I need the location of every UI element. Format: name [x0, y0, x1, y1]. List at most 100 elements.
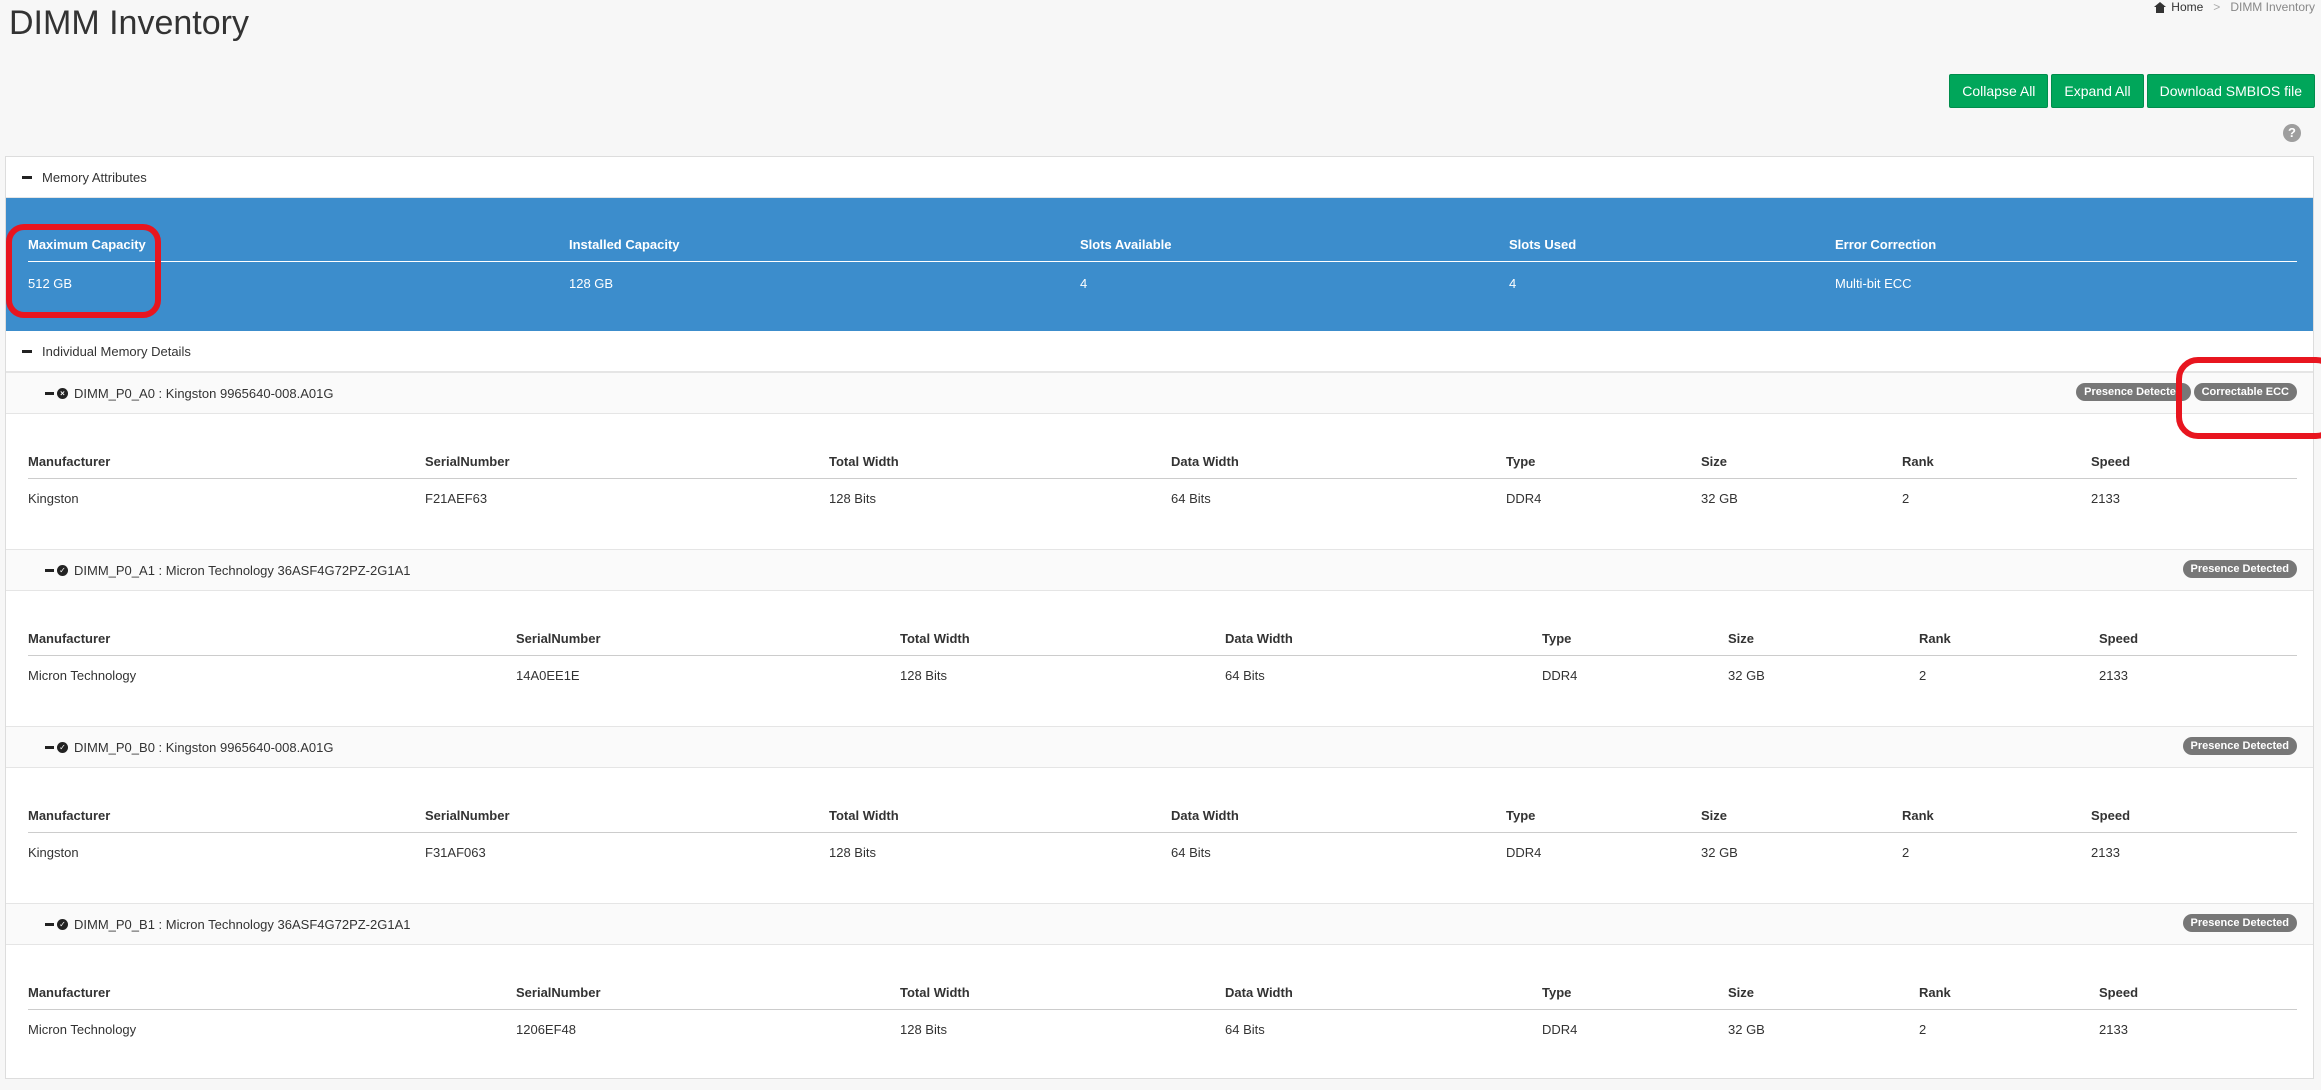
dimm-cell: Kingston — [28, 491, 79, 506]
dimm-cell: F21AEF63 — [425, 491, 488, 506]
breadcrumb: Home > DIMM Inventory — [2154, 0, 2315, 14]
toolbar: Collapse All Expand All Download SMBIOS … — [1949, 74, 2315, 108]
dimm-column-header: Data Width — [1225, 631, 1293, 646]
dimm-title: DIMM_P0_A1 : Micron Technology 36ASF4G72… — [74, 562, 411, 578]
dimm-column-header: Type — [1506, 454, 1536, 469]
dimm-badges: Presence Detected — [2182, 737, 2297, 755]
expand-all-button[interactable]: Expand All — [2051, 74, 2144, 108]
status-badge: Presence Detected — [2182, 560, 2297, 578]
collapse-icon[interactable] — [45, 922, 54, 926]
dimm-cell: DDR4 — [1506, 845, 1542, 860]
dimm-cell: DDR4 — [1542, 668, 1578, 683]
individual-memory-title: Individual Memory Details — [42, 343, 191, 359]
download-smbios-button[interactable]: Download SMBIOS file — [2146, 74, 2315, 108]
dimm-column-header: Speed — [2091, 454, 2131, 469]
dimm-cell: 32 GB — [1728, 1022, 1765, 1037]
dimm-header[interactable]: ✓ DIMM_P0_B1 : Micron Technology 36ASF4G7… — [6, 903, 2313, 945]
dimm-column-header: Data Width — [1171, 808, 1239, 823]
dimm-badges: Presence Detected — [2182, 914, 2297, 932]
memory-attribute-header: Slots Available — [1080, 237, 1172, 252]
dimm-cell: 2 — [1902, 491, 1910, 506]
dimm-cell: Kingston — [28, 845, 79, 860]
dimm-table-header: Manufacturer SerialNumber Total Width Data … — [28, 454, 2297, 479]
memory-attribute-header: Slots Used — [1509, 237, 1577, 252]
dimm-column-header: Type — [1542, 985, 1572, 1000]
breadcrumb-separator: > — [2213, 0, 2221, 14]
dimm-header[interactable]: × DIMM_P0_A0 : Kingston 9965640-008.A01G P… — [6, 372, 2313, 414]
collapse-icon[interactable] — [22, 349, 32, 353]
individual-memory-header[interactable]: Individual Memory Details — [6, 331, 2313, 372]
dimm-details: Manufacturer SerialNumber Total Width Data … — [6, 768, 2313, 903]
dimm-cell: 2 — [1902, 845, 1910, 860]
dimm-details: Manufacturer SerialNumber Total Width Data … — [6, 591, 2313, 726]
dimm-column-header: Manufacturer — [28, 985, 111, 1000]
collapse-icon[interactable] — [45, 568, 54, 572]
check-status-icon: ✓ — [57, 741, 68, 753]
dimm-column-header: Manufacturer — [28, 808, 111, 823]
dimm-column-header: Size — [1701, 454, 1728, 469]
dimm-details: Manufacturer SerialNumber Total Width Data … — [6, 945, 2313, 1080]
memory-attribute-value: 4 — [1080, 276, 1088, 291]
error-status-icon: × — [57, 387, 68, 399]
table-row: Micron Technology 14A0EE1E 128 Bits 64 Bits… — [28, 656, 2297, 683]
collapse-icon[interactable] — [45, 745, 54, 749]
dimm-cell: 64 Bits — [1225, 668, 1265, 683]
dimm-column-header: Data Width — [1171, 454, 1239, 469]
dimm-column-header: Manufacturer — [28, 631, 111, 646]
dimm-cell: DDR4 — [1506, 491, 1542, 506]
table-row: Micron Technology 1206EF48 128 Bits 64 Bits… — [28, 1010, 2297, 1037]
dimm-header[interactable]: ✓ DIMM_P0_A1 : Micron Technology 36ASF4G7… — [6, 549, 2313, 591]
dimm-cell: Micron Technology — [28, 1022, 137, 1037]
dimm-cell: 128 Bits — [900, 668, 947, 683]
dimm-header[interactable]: ✓ DIMM_P0_B0 : Kingston 9965640-008.A01G P… — [6, 726, 2313, 768]
dimm-table: Manufacturer SerialNumber Total Width Data … — [28, 985, 2297, 1037]
dimm-cell: 2133 — [2091, 845, 2120, 860]
memory-attribute-header: Installed Capacity — [569, 237, 680, 252]
status-badge: Correctable ECC — [2193, 383, 2297, 401]
dimm-column-header: Total Width — [829, 808, 899, 823]
memory-attribute-value: Multi-bit ECC — [1835, 276, 1912, 291]
dimm-cell: 32 GB — [1701, 491, 1738, 506]
collapse-icon[interactable] — [22, 175, 32, 179]
collapse-icon[interactable] — [45, 391, 54, 395]
table-row: Kingston F21AEF63 128 Bits 64 Bits DDR4 32 GB… — [28, 479, 2297, 506]
dimm-title: DIMM_P0_B0 : Kingston 9965640-008.A01G — [74, 739, 334, 755]
dimm-table: Manufacturer SerialNumber Total Width Data … — [28, 808, 2297, 860]
dimm-table-header: Manufacturer SerialNumber Total Width Data … — [28, 808, 2297, 833]
collapse-all-button[interactable]: Collapse All — [1949, 74, 2049, 108]
breadcrumb-home[interactable]: Home — [2154, 0, 2203, 14]
page-title: DIMM Inventory — [9, 4, 249, 42]
dimm-cell: 2133 — [2099, 1022, 2128, 1037]
memory-attributes-values: 512 GB 128 GB 4 4 Multi-bit ECC — [28, 276, 2297, 291]
dimm-badges: Presence Detected — [2182, 560, 2297, 578]
dimm-cell: 1206EF48 — [516, 1022, 576, 1037]
memory-attribute-value: 128 GB — [569, 276, 614, 291]
dimm-column-header: Rank — [1919, 631, 1951, 646]
dimm-title: DIMM_P0_B1 : Micron Technology 36ASF4G72… — [74, 916, 411, 932]
dimm-column-header: Manufacturer — [28, 454, 111, 469]
check-status-icon: ✓ — [57, 918, 68, 930]
dimm-badges: Presence Detected Correctable ECC — [2076, 383, 2297, 401]
dimm-list: × DIMM_P0_A0 : Kingston 9965640-008.A01G P… — [6, 372, 2313, 1080]
dimm-cell: 2133 — [2099, 668, 2128, 683]
check-status-icon: ✓ — [57, 564, 68, 576]
dimm-column-header: Total Width — [900, 985, 970, 1000]
breadcrumb-current: DIMM Inventory — [2230, 0, 2315, 14]
dimm-column-header: Total Width — [829, 454, 899, 469]
dimm-column-header: Size — [1728, 985, 1755, 1000]
dimm-cell: 128 Bits — [829, 491, 876, 506]
status-badge: Presence Detected — [2076, 383, 2191, 401]
dimm-column-header: Rank — [1902, 454, 1934, 469]
dimm-column-header: Speed — [2099, 631, 2139, 646]
help-icon[interactable]: ? — [2283, 124, 2301, 142]
memory-attribute-header: Error Correction — [1835, 237, 1937, 252]
dimm-column-header: Size — [1728, 631, 1755, 646]
dimm-cell: 64 Bits — [1225, 1022, 1265, 1037]
dimm-cell: 2133 — [2091, 491, 2120, 506]
dimm-column-header: SerialNumber — [516, 985, 601, 1000]
dimm-column-header: Type — [1506, 808, 1536, 823]
dimm-column-header: Type — [1542, 631, 1572, 646]
memory-attributes-header[interactable]: Memory Attributes — [6, 157, 2313, 198]
memory-attribute-value: 512 GB — [28, 276, 73, 291]
dimm-table: Manufacturer SerialNumber Total Width Data … — [28, 454, 2297, 506]
